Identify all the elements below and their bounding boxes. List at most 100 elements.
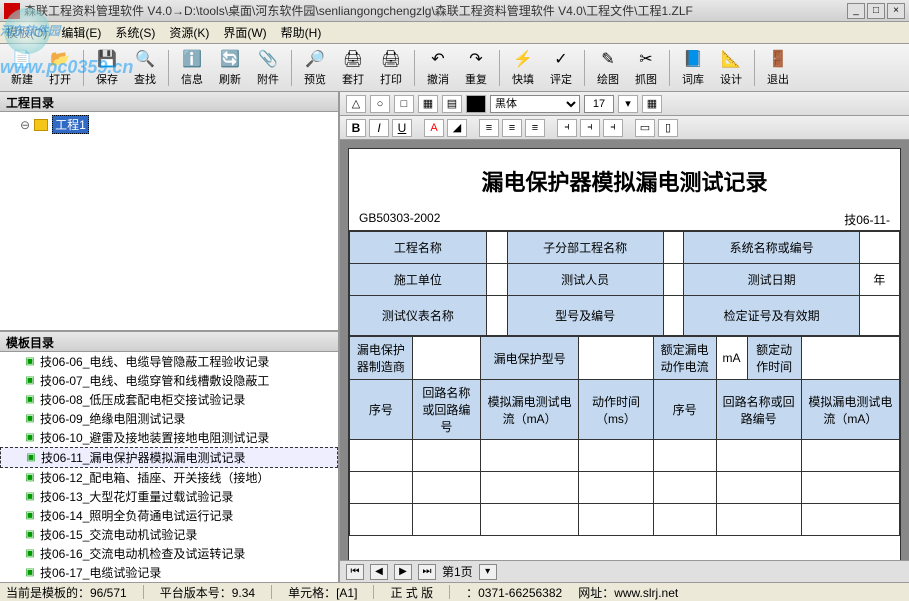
project-root-item[interactable]: ⊖ 工程1 [0,112,338,137]
tool-信息[interactable]: ℹ️信息 [174,45,210,90]
format-toolbar-2: B I U A ◢ ≡ ≡ ≡ ⫞ ⫞ ⫞ ▭ ▯ [340,116,909,140]
tool-刷新[interactable]: 🔄刷新 [212,45,248,90]
template-item[interactable]: ▣技06-07_电线、电缆穿管和线槽敷设隐蔽工 [0,371,338,390]
document-table[interactable]: 工程名称 子分部工程名称 系统名称或编号 施工单位 测试人员 测试日期年 测试仪… [349,231,900,336]
template-item[interactable]: ▣技06-11_漏电保护器模拟漏电测试记录 [0,447,338,468]
menu-help[interactable]: 帮助(H) [281,24,322,41]
tool-icon: 📎 [257,48,279,70]
shape-circle[interactable]: ○ [370,95,390,113]
font-size-input[interactable] [584,95,614,113]
tool-抓图[interactable]: ✂抓图 [628,45,664,90]
tool-设计[interactable]: 📐设计 [713,45,749,90]
template-icon: ▣ [24,432,36,444]
underline-button[interactable]: U [392,119,412,137]
font-size-dropdown[interactable]: ▾ [618,95,638,113]
tool-词库[interactable]: 📘词库 [675,45,711,90]
prev-page-button[interactable]: ◀ [370,564,388,580]
project-tree-header: 工程目录 [0,92,338,112]
valign-bot[interactable]: ⫞ [603,119,623,137]
border-btn2[interactable]: ▤ [442,95,462,113]
template-icon: ▣ [24,375,36,387]
bold-button[interactable]: B [346,119,366,137]
page-dropdown[interactable]: ▾ [479,564,497,580]
template-icon: ▣ [24,529,36,541]
tool-icon: 🖨 [380,48,402,70]
menu-resource[interactable]: 资源(K) [169,24,209,41]
template-tree[interactable]: ▣技06-06_电线、电缆导管隐蔽工程验收记录▣技06-07_电线、电缆穿管和线… [0,352,338,582]
template-item[interactable]: ▣技06-12_配电箱、插座、开关接线（接地） [0,468,338,487]
tool-icon: 🚪 [767,48,789,70]
tool-icon: ↷ [465,48,487,70]
minimize-button[interactable]: _ [847,3,865,19]
project-tree[interactable]: ⊖ 工程1 [0,112,338,332]
tool-icon: 🔎 [304,48,326,70]
shape-square[interactable]: □ [394,95,414,113]
split-button[interactable]: ▯ [658,119,678,137]
align-right-button[interactable]: ≡ [525,119,545,137]
tool-icon: 💾 [96,48,118,70]
template-item[interactable]: ▣技06-16_交流电动机检查及试运转记录 [0,544,338,563]
tool-保存[interactable]: 💾保存 [89,45,125,90]
merge-button[interactable]: ▭ [635,119,655,137]
tool-退出[interactable]: 🚪退出 [760,45,796,90]
std-code: GB50303-2002 [359,211,440,228]
template-item[interactable]: ▣技06-15_交流电动机试验记录 [0,525,338,544]
shape-triangle[interactable]: △ [346,95,366,113]
grid-icon[interactable]: ▦ [642,95,662,113]
menu-edit[interactable]: 编辑(E) [61,24,101,41]
tool-撤消[interactable]: ↶撤消 [420,45,456,90]
template-item[interactable]: ▣技06-09_绝缘电阻测试记录 [0,409,338,428]
tool-重复[interactable]: ↷重复 [458,45,494,90]
document-table-2[interactable]: 漏电保护器制造商 漏电保护型号 额定漏电动作电流mA 额定动作时间 序号 回路名… [349,336,900,536]
menubar: 模板(O) 编辑(E) 系统(S) 资源(K) 界面(W) 帮助(H) [0,22,909,44]
tool-打印[interactable]: 🖨打印 [373,45,409,90]
titlebar: 森联工程资料管理软件 V4.0→D:\tools\桌面\河东软件园\senlia… [0,0,909,22]
align-left-button[interactable]: ≡ [479,119,499,137]
template-icon: ▣ [25,452,37,464]
next-page-button[interactable]: ▶ [394,564,412,580]
color-btn[interactable] [466,95,486,113]
status-cell: 单元格：[A1] [288,584,357,601]
tool-绘图[interactable]: ✎绘图 [590,45,626,90]
tool-附件[interactable]: 📎附件 [250,45,286,90]
template-item[interactable]: ▣技06-14_照明全负荷通电试运行记录 [0,506,338,525]
valign-top[interactable]: ⫞ [557,119,577,137]
first-page-button[interactable]: ⏮ [346,564,364,580]
close-button[interactable]: × [887,3,905,19]
tool-icon: 📘 [682,48,704,70]
tool-打开[interactable]: 📂打开 [42,45,78,90]
tool-快填[interactable]: ⚡快填 [505,45,541,90]
status-phone: ：0371-66256382 [466,584,562,601]
status-platform-ver: 平台版本号：9.34 [160,584,255,601]
tool-预览[interactable]: 🔎预览 [297,45,333,90]
font-name-select[interactable]: 黑体 [490,95,580,113]
tool-icon: ✂ [635,48,657,70]
last-page-button[interactable]: ⏭ [418,564,436,580]
fill-color-button[interactable]: ◢ [447,119,467,137]
menu-system[interactable]: 系统(S) [115,24,155,41]
template-icon: ▣ [24,510,36,522]
template-item[interactable]: ▣技06-13_大型花灯重量过载试验记录 [0,487,338,506]
tool-icon: ✎ [597,48,619,70]
font-color-button[interactable]: A [424,119,444,137]
tool-icon: 🔄 [219,48,241,70]
template-icon: ▣ [24,548,36,560]
template-item[interactable]: ▣技06-17_电缆试验记录 [0,563,338,582]
document-area[interactable]: 漏电保护器模拟漏电测试记录 GB50303-2002 技06-11- 工程名称 … [340,140,909,560]
template-item[interactable]: ▣技06-06_电线、电缆导管隐蔽工程验收记录 [0,352,338,371]
tool-套打[interactable]: 🖨套打 [335,45,371,90]
tool-评定[interactable]: ✓评定 [543,45,579,90]
document-title: 漏电保护器模拟漏电测试记录 [349,149,900,209]
italic-button[interactable]: I [369,119,389,137]
menu-interface[interactable]: 界面(W) [223,24,266,41]
doc-code: 技06-11- [844,211,890,228]
border-btn[interactable]: ▦ [418,95,438,113]
template-item[interactable]: ▣技06-10_避雷及接地装置接地电阻测试记录 [0,428,338,447]
maximize-button[interactable]: □ [867,3,885,19]
tool-查找[interactable]: 🔍查找 [127,45,163,90]
template-icon: ▣ [24,567,36,579]
template-item[interactable]: ▣技06-08_低压成套配电柜交接试验记录 [0,390,338,409]
align-center-button[interactable]: ≡ [502,119,522,137]
valign-mid[interactable]: ⫞ [580,119,600,137]
template-icon: ▣ [24,491,36,503]
